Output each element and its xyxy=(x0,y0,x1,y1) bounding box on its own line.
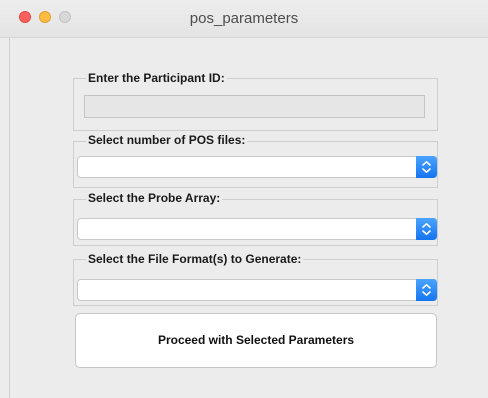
proceed-button[interactable]: Proceed with Selected Parameters xyxy=(75,313,437,368)
probe-array-dropdown-arrow-icon[interactable] xyxy=(416,218,437,240)
pos-files-label: Select number of POS files: xyxy=(86,133,248,147)
pos-files-dropdown-arrow-icon[interactable] xyxy=(416,156,437,178)
title-bar[interactable]: pos_parameters xyxy=(0,0,488,38)
participant-id-label: Enter the Participant ID: xyxy=(86,71,227,85)
participant-id-input[interactable] xyxy=(84,95,425,118)
pos-parameters-window: pos_parameters Enter the Participant ID:… xyxy=(0,0,488,398)
window-title: pos_parameters xyxy=(189,10,299,27)
probe-array-select[interactable] xyxy=(77,218,438,240)
pos-files-select[interactable] xyxy=(77,156,438,178)
file-format-dropdown-arrow-icon[interactable] xyxy=(416,279,437,301)
file-format-label: Select the File Format(s) to Generate: xyxy=(86,252,304,266)
probe-array-label: Select the Probe Array: xyxy=(86,191,223,205)
left-divider xyxy=(9,38,10,398)
file-format-select[interactable] xyxy=(77,279,438,301)
